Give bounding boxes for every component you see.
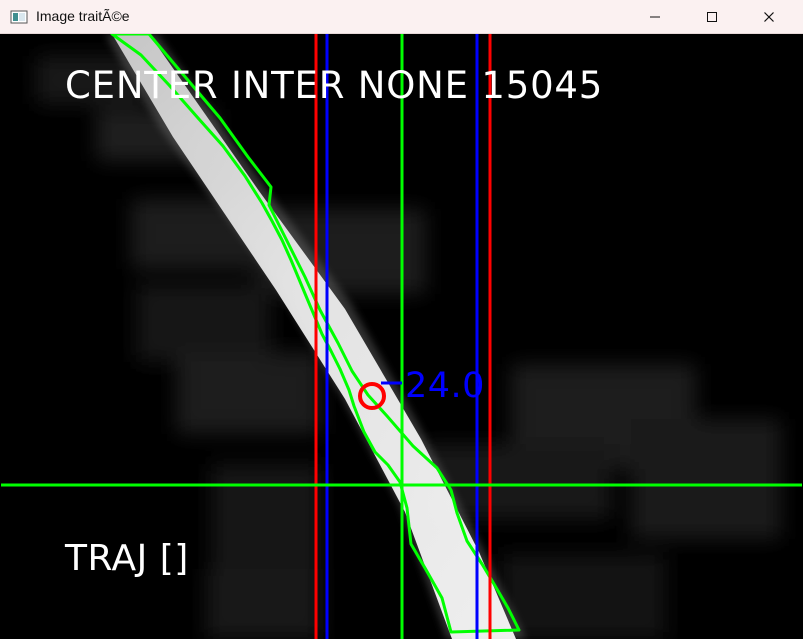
maximize-icon bbox=[707, 11, 717, 22]
window-title: Image traitÃ©e bbox=[36, 8, 130, 24]
window-image-icon bbox=[10, 10, 28, 24]
close-button[interactable] bbox=[746, 0, 792, 33]
offset-value-text: 24.0 bbox=[405, 366, 485, 406]
window-titlebar[interactable]: Image traitÃ©e bbox=[0, 0, 803, 34]
close-icon bbox=[764, 11, 774, 22]
maximize-button[interactable] bbox=[689, 0, 735, 33]
status-text: CENTER INTER NONE 15045 bbox=[65, 64, 604, 107]
image-window: Image traitÃ©e CENTER INTER NONE 15045 2… bbox=[0, 0, 803, 639]
trajectory-text: TRAJ [] bbox=[65, 538, 189, 579]
minimize-icon bbox=[650, 16, 660, 17]
processed-image-view: CENTER INTER NONE 15045 24.0 TRAJ [] bbox=[1, 34, 802, 639]
minimize-button[interactable] bbox=[632, 0, 678, 33]
